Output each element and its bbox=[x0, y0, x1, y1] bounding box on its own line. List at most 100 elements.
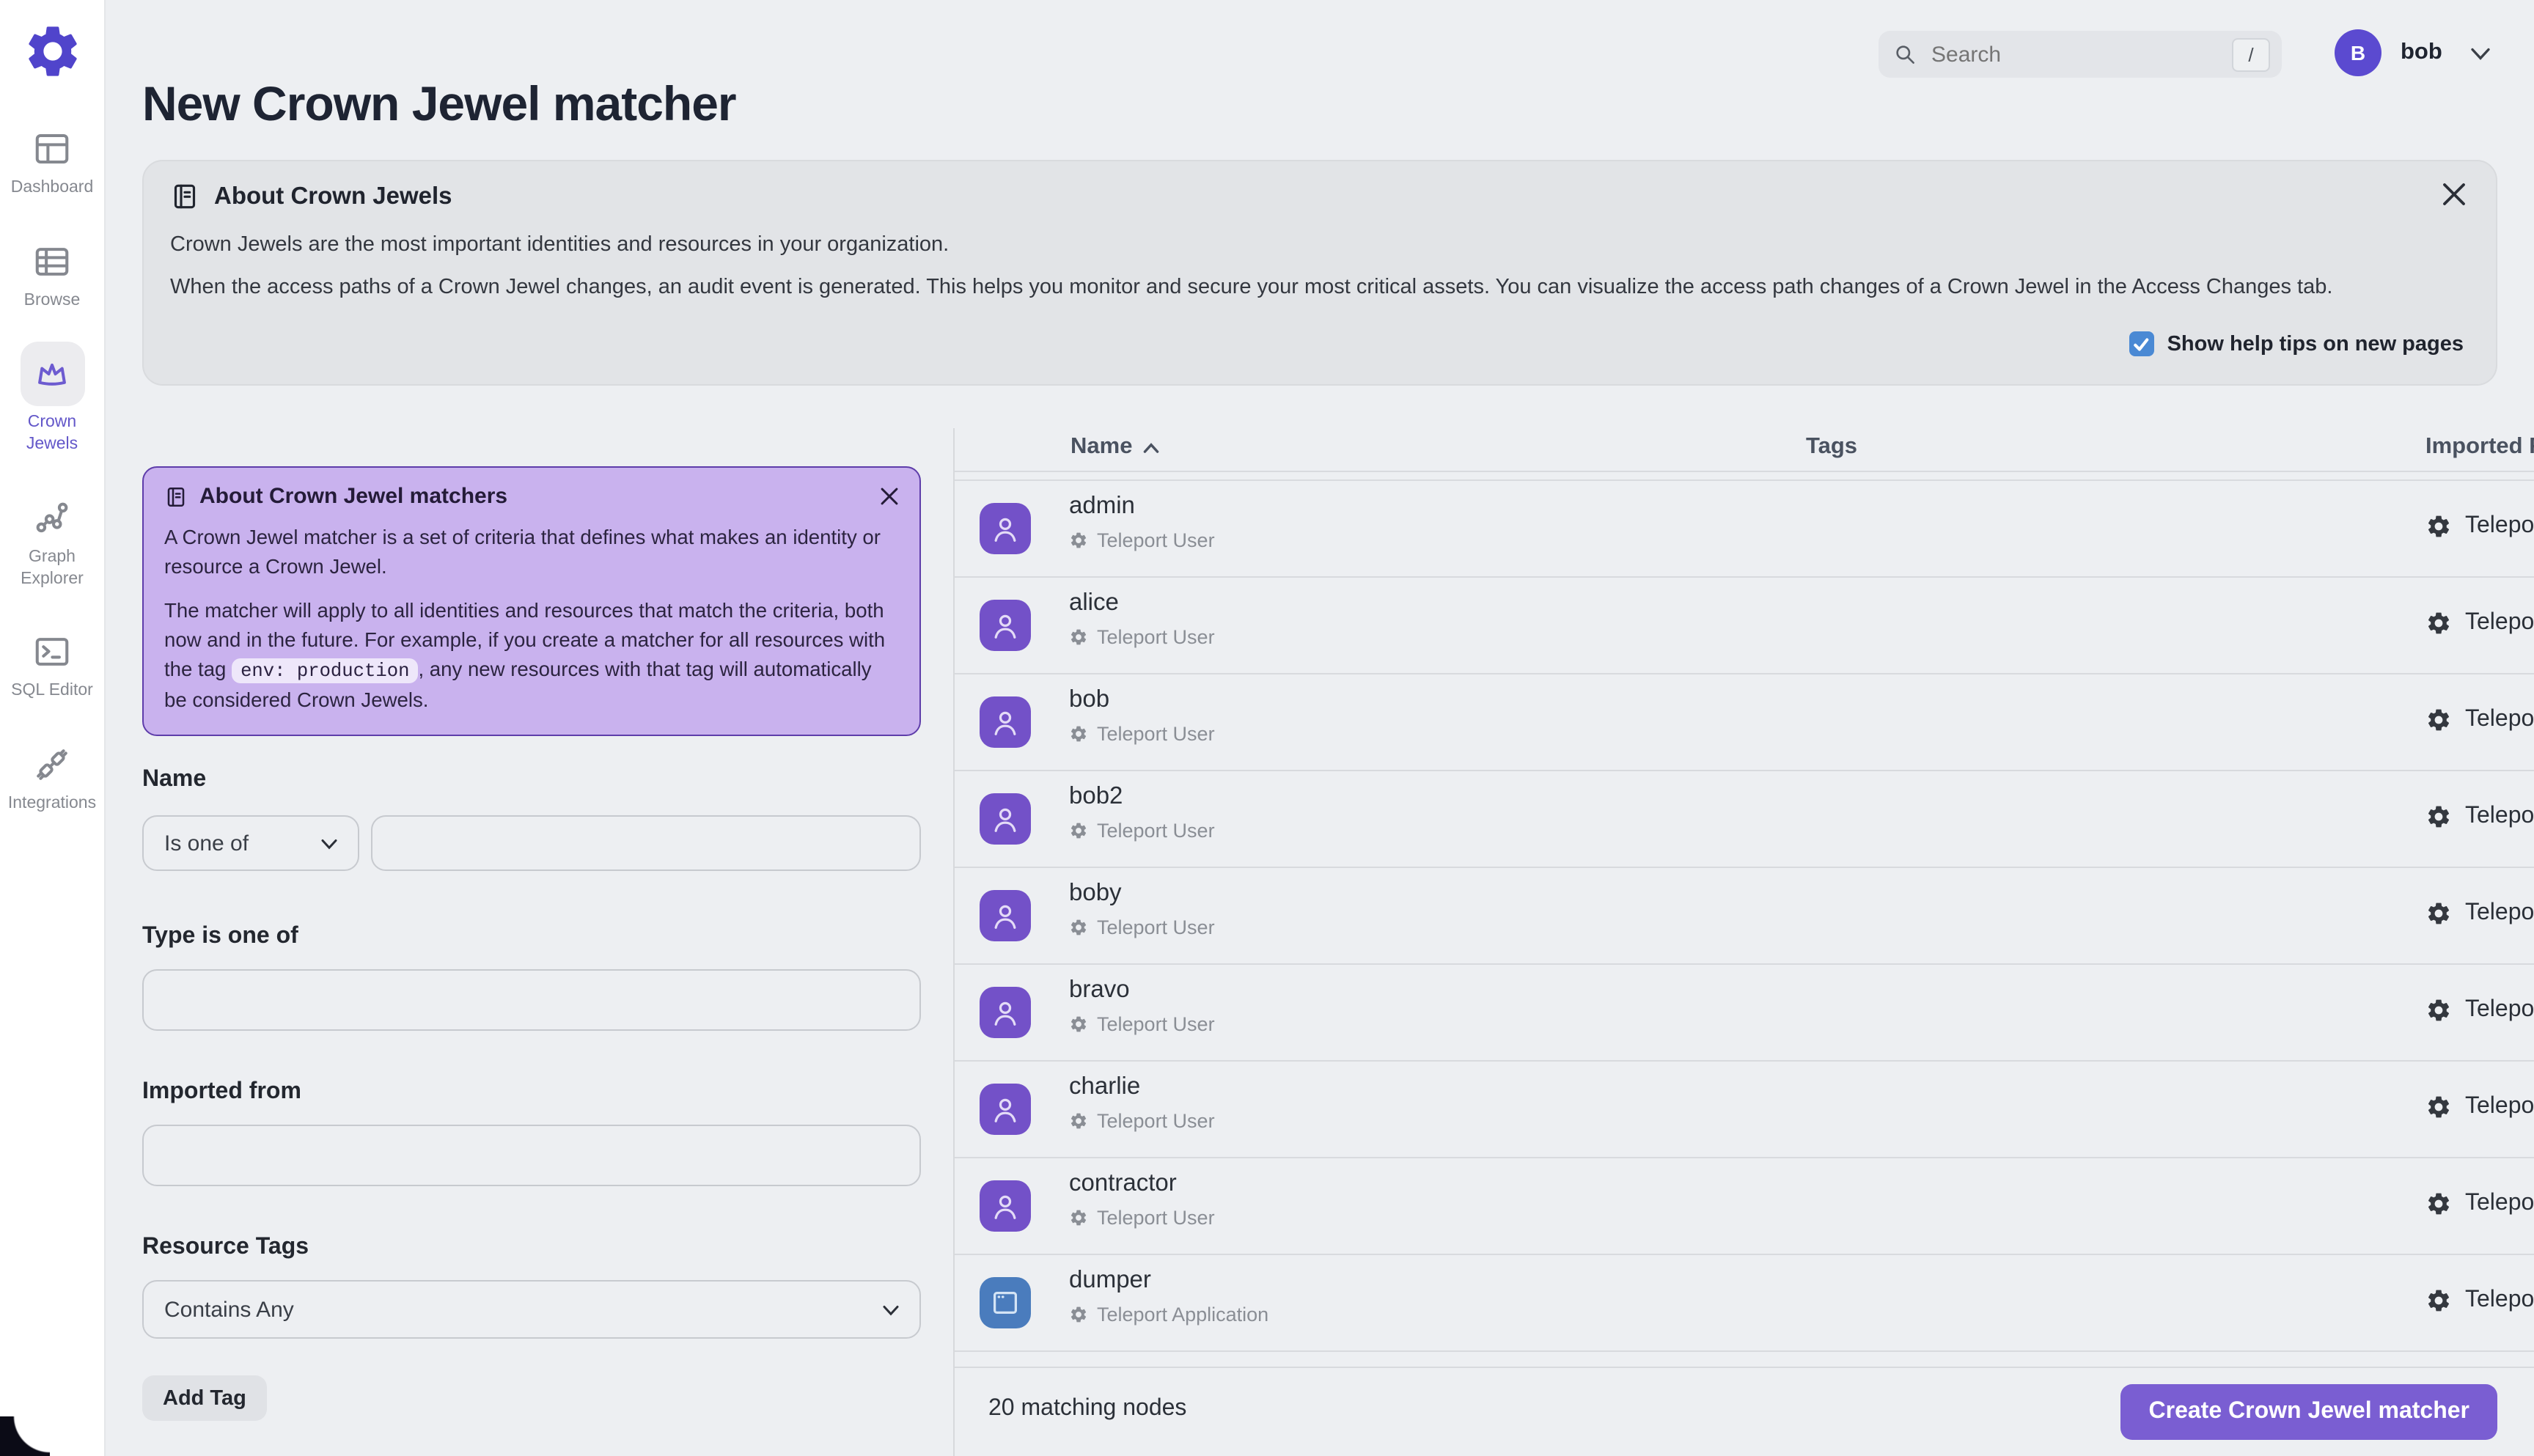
user-icon bbox=[994, 1195, 1016, 1219]
table-row[interactable]: dumper Teleport Application Teleport bbox=[955, 1255, 2534, 1352]
name-operator-select[interactable]: Is one of bbox=[142, 815, 359, 871]
table-row[interactable]: bravo Teleport User Teleport bbox=[955, 965, 2534, 1062]
table-row[interactable]: admin Teleport User Teleport bbox=[955, 481, 2534, 578]
table-row[interactable]: bob2 Teleport User Teleport bbox=[955, 771, 2534, 868]
gear-icon bbox=[2428, 1193, 2450, 1215]
gear-icon bbox=[1070, 919, 1087, 935]
table-header: Name Tags Imported From bbox=[955, 428, 2534, 472]
user-icon bbox=[994, 905, 1016, 929]
table-row[interactable]: bob Teleport User Teleport bbox=[955, 674, 2534, 771]
sort-asc-caret-icon bbox=[1144, 442, 1159, 452]
table-row[interactable]: boby Teleport User Teleport bbox=[955, 868, 2534, 965]
user-icon bbox=[994, 1001, 1016, 1026]
window-corner bbox=[0, 1416, 50, 1456]
row-avatar bbox=[980, 890, 1031, 941]
user-icon bbox=[994, 518, 1016, 542]
resource-tags-label: Resource Tags bbox=[142, 1235, 309, 1260]
column-header-imported-from[interactable]: Imported From bbox=[2425, 434, 2534, 460]
active-nav-pill bbox=[20, 342, 84, 407]
sql-editor-icon bbox=[35, 638, 69, 666]
add-tag-button[interactable]: Add Tag bbox=[142, 1375, 267, 1421]
sidebar-item-crown-jewels[interactable]: Crown Jewels bbox=[0, 342, 104, 456]
row-imported-from-cell: Teleport bbox=[2425, 900, 2534, 927]
user-icon bbox=[994, 808, 1016, 832]
type-value-input[interactable] bbox=[142, 969, 921, 1031]
sidebar-item-label: Graph Explorer bbox=[21, 548, 84, 588]
about-matchers-info-box: About Crown Jewel matchers A Crown Jewel… bbox=[142, 466, 921, 736]
create-crown-jewel-matcher-button[interactable]: Create Crown Jewel matcher bbox=[2120, 1384, 2497, 1440]
dashboard-icon bbox=[35, 133, 69, 164]
info-paragraph: A Crown Jewel matcher is a set of criter… bbox=[164, 526, 881, 578]
sidebar-item-integrations[interactable]: Integrations bbox=[0, 745, 104, 815]
check-icon bbox=[2134, 337, 2149, 350]
row-imported-value: Teleport bbox=[2465, 804, 2534, 828]
user-icon bbox=[994, 711, 1016, 735]
table-header-spacer bbox=[955, 472, 2534, 481]
gear-icon bbox=[1070, 1016, 1087, 1032]
user-name[interactable]: bob bbox=[2401, 40, 2442, 66]
search-icon bbox=[1896, 45, 1914, 64]
imported-from-input[interactable] bbox=[142, 1125, 921, 1186]
row-avatar bbox=[980, 1277, 1031, 1328]
row-subtype: Teleport User bbox=[1097, 723, 1215, 745]
code-pill: env: production bbox=[232, 658, 419, 683]
row-avatar bbox=[980, 987, 1031, 1038]
row-name: charlie bbox=[1069, 1073, 1141, 1100]
table-row[interactable]: charlie Teleport User Teleport bbox=[955, 1062, 2534, 1158]
row-avatar bbox=[980, 1180, 1031, 1232]
imported-from-label: Imported from bbox=[142, 1079, 301, 1104]
row-avatar bbox=[980, 503, 1031, 554]
gear-icon bbox=[1070, 1113, 1087, 1129]
user-menu-chevron-down-icon[interactable] bbox=[2469, 45, 2491, 62]
sidebar-item-label: Dashboard bbox=[10, 179, 94, 196]
close-icon[interactable] bbox=[880, 487, 899, 506]
crown-icon bbox=[38, 363, 66, 386]
show-help-tips-checkbox[interactable] bbox=[2129, 331, 2154, 356]
banner-paragraph: When the access paths of a Crown Jewel c… bbox=[170, 276, 2333, 299]
info-box-title: About Crown Jewel matchers bbox=[199, 484, 508, 509]
column-header-tags[interactable]: Tags bbox=[1714, 434, 1949, 460]
column-header-name[interactable]: Name bbox=[1070, 434, 1160, 460]
row-name: bob bbox=[1069, 686, 1110, 713]
row-imported-from-cell: Teleport bbox=[2425, 610, 2534, 636]
app-logo-gear-icon[interactable] bbox=[22, 21, 84, 82]
search-field[interactable] bbox=[1928, 40, 2232, 68]
sidebar-item-dashboard[interactable]: Dashboard bbox=[0, 129, 104, 199]
row-imported-value: Teleport bbox=[2465, 1094, 2534, 1119]
banner-paragraph: Crown Jewels are the most important iden… bbox=[170, 233, 950, 257]
info-paragraph: The matcher will apply to all identities… bbox=[164, 597, 899, 715]
gear-icon bbox=[1070, 629, 1087, 645]
chevron-down-icon bbox=[321, 839, 337, 849]
name-operator-value: Is one of bbox=[164, 831, 249, 856]
user-avatar[interactable]: B bbox=[2335, 29, 2381, 76]
sidebar-item-sql-editor[interactable]: SQL Editor bbox=[0, 633, 104, 702]
search-input[interactable]: / bbox=[1879, 31, 2282, 78]
sidebar-item-browse[interactable]: Browse bbox=[0, 241, 104, 311]
row-imported-value: Teleport bbox=[2465, 900, 2534, 925]
row-subtype: Teleport Application bbox=[1097, 1304, 1269, 1326]
gear-icon bbox=[1070, 1306, 1087, 1323]
resource-tags-operator-select[interactable]: Contains Any bbox=[142, 1280, 921, 1339]
name-value-input[interactable] bbox=[371, 815, 921, 871]
gear-icon bbox=[1070, 532, 1087, 548]
resource-tags-operator-value: Contains Any bbox=[164, 1297, 294, 1322]
sidebar-item-label: Crown Jewels bbox=[26, 413, 78, 454]
row-subtype: Teleport User bbox=[1097, 1110, 1215, 1132]
graph-explorer-icon bbox=[36, 502, 68, 532]
gear-icon bbox=[1070, 823, 1087, 839]
name-field-label: Name bbox=[142, 767, 207, 792]
row-imported-value: Teleport bbox=[2465, 707, 2534, 732]
gear-icon bbox=[2428, 515, 2450, 537]
gear-icon bbox=[1070, 1210, 1087, 1226]
gear-icon bbox=[2428, 902, 2450, 924]
row-imported-from-cell: Teleport bbox=[2425, 1191, 2534, 1217]
sidebar-item-graph-explorer[interactable]: Graph Explorer bbox=[0, 499, 104, 590]
row-subtype: Teleport User bbox=[1097, 916, 1215, 938]
row-name: alice bbox=[1069, 589, 1119, 616]
table-row[interactable]: contractor Teleport User Teleport bbox=[955, 1158, 2534, 1255]
row-imported-value: Teleport bbox=[2465, 1287, 2534, 1312]
type-field-label: Type is one of bbox=[142, 924, 298, 949]
table-row[interactable]: alice Teleport User Teleport bbox=[955, 578, 2534, 674]
close-icon[interactable] bbox=[2442, 182, 2467, 207]
gear-icon bbox=[2428, 806, 2450, 828]
